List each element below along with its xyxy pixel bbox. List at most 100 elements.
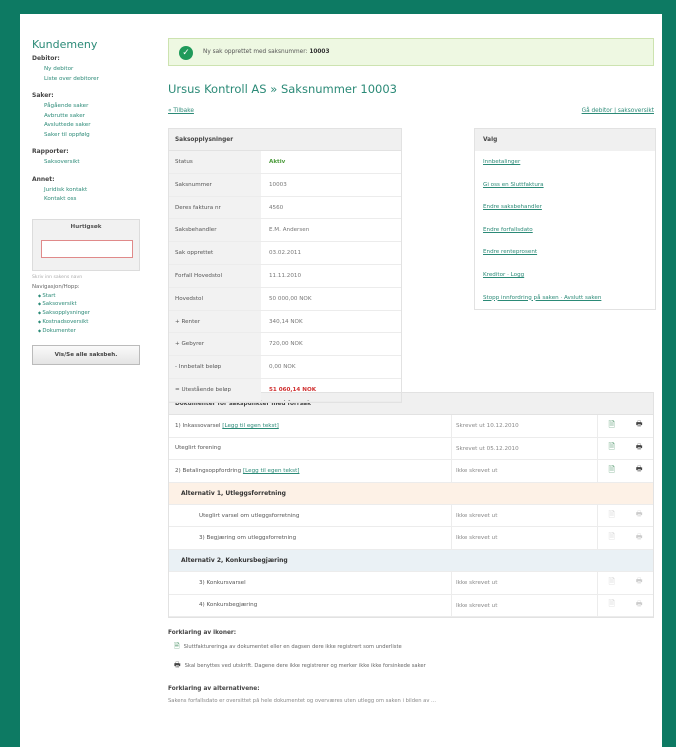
document-icon[interactable]: 🗎 (608, 576, 614, 590)
explanation-doc-text: Sluttfaktureringa av dokumentet eller en… (183, 644, 402, 651)
document-name-cell: 2) Betalingsoppfordring [Legg til egen t… (169, 468, 451, 474)
document-actions: 🗎 🖶 (597, 460, 653, 482)
document-status: Skrevet ut 10.12.2010 (451, 415, 597, 437)
info-row: Hovedstol 50 000,00 NOK (169, 287, 401, 311)
nav-link-saksopplysninger[interactable]: Saksopplysninger (32, 309, 164, 318)
nav-link-kostnad[interactable]: Kostnadsoversikt (32, 318, 164, 327)
right-border (662, 14, 676, 747)
sidebar-title: Kundemeny (32, 38, 98, 51)
info-label: Saksnummer (169, 173, 261, 196)
quick-search-hint: Skriv inn sakens navn (32, 274, 83, 280)
explanation-line-doc: 🗎 Sluttfaktureringa av dokumentet eller e… (168, 642, 658, 653)
nav-link-start[interactable]: Start (32, 292, 164, 301)
document-row: 4) Konkursbegjæring Ikke skrevet ut 🗎 🖶 (169, 594, 653, 618)
printer-icon[interactable]: 🖶 (636, 443, 643, 454)
sidebar-link-oppfolg[interactable]: Saker til oppfølg (32, 131, 164, 141)
page-title: Ursus Kontroll AS » Saksnummer 10003 (168, 82, 397, 96)
success-message: ✓ Ny sak opprettet med saksnummer: 10003 (168, 38, 654, 66)
icon-explanation: Forklaring av ikoner: 🗎 Sluttfaktureringa… (168, 630, 658, 703)
section-head-annet: Annet: (32, 175, 55, 183)
quick-search-title: Hurtigsøk (70, 223, 102, 230)
document-name-cell: Uteglirt forening (169, 445, 451, 451)
sidebar-link-juridisk[interactable]: Juridisk kontakt (32, 186, 164, 196)
printer-icon[interactable]: 🖶 (636, 465, 643, 476)
option-link[interactable]: Endre saksbehandler (475, 196, 655, 219)
quick-search-input[interactable] (41, 239, 133, 258)
document-icon[interactable]: 🗎 (608, 419, 614, 433)
back-link[interactable]: « Tilbake (168, 108, 194, 114)
add-text-link[interactable]: [Legg til egen tekst] (222, 423, 279, 429)
info-row: - Innbetalt beløp 0,00 NOK (169, 356, 401, 379)
document-row: Uteglirt varsel om utleggsforretning Ikke… (169, 504, 653, 528)
info-label: Sak opprettet (169, 242, 261, 264)
printer-icon[interactable]: 🖶 (636, 420, 643, 431)
printer-icon: 🖶 (174, 661, 181, 670)
document-name: 3) Begjæring om utleggsforretning (199, 535, 297, 542)
document-status: Skrevet ut 05.12.2010 (451, 437, 597, 460)
document-row: 3) Konkursvarsel Ikke skrevet ut 🗎 🖶 (169, 571, 653, 595)
show-all-button[interactable]: Vis/Se alle saksbeh. (32, 345, 140, 366)
document-actions: 🗎 🖶 (597, 437, 653, 460)
info-row: Saksbehandler E.M. Andersen (169, 219, 401, 243)
info-section: Saksopplysninger Status Aktiv Saksnummer 10… (168, 128, 658, 403)
document-icon[interactable]: 🗎 (608, 509, 614, 523)
nav-link-dokumenter[interactable]: Dokumenter (32, 327, 164, 336)
info-value: Aktiv (269, 159, 286, 165)
document-icon[interactable]: 🗎 (608, 441, 614, 455)
info-row: + Renter 340,14 NOK (169, 310, 401, 334)
printer-icon[interactable]: 🖶 (636, 510, 643, 521)
sidebar-link-avsluttede[interactable]: Avsluttede saker (32, 121, 164, 131)
option-link[interactable]: Endre renteprosent (475, 241, 655, 264)
document-icon[interactable]: 🗎 (608, 598, 614, 612)
info-value: 0,00 NOK (269, 364, 296, 371)
info-value: 51 060,14 NOK (269, 386, 317, 393)
case-info-head: Saksopplysninger (169, 129, 401, 151)
info-label: Saksbehandler (169, 219, 261, 242)
sidebar: Kundemeny Debitor: Ny debitor Liste over… (32, 38, 164, 366)
document-status: Ikke skrevet ut (451, 571, 597, 594)
sidebar-link-saksoversikt[interactable]: Saksoversikt (32, 158, 164, 168)
document-icon[interactable]: 🗎 (608, 464, 614, 478)
options-box: Valg Innbetalinger Gi oss en Sluttfaktura… (474, 128, 656, 310)
explanation-line-print: 🖶 Skal benyttes ved utskrift. Dagene dere… (168, 661, 658, 672)
document-name-cell: 1) Inkassovarsel [Legg til egen tekst] (169, 423, 451, 429)
option-link[interactable]: Kreditor · Logg (475, 264, 655, 287)
document-name: 3) Konkursvarsel (199, 579, 246, 586)
sidebar-link-pagaende[interactable]: Pågående saker (32, 102, 164, 112)
info-label: Forfall Hovedstol (169, 264, 261, 287)
document-row: 2) Betalingsoppfordring [Legg til egen t… (169, 460, 653, 483)
alternative-head: Alternativ 1, Utleggsforretning (169, 482, 653, 505)
info-value: 10003 (269, 181, 287, 188)
section-head-saker: Saker: (32, 92, 54, 99)
sidebar-link-debitor-list[interactable]: Liste over debitorer (32, 75, 164, 85)
section-head-rapporter: Rapporter: (32, 148, 69, 155)
info-label: Status (169, 151, 261, 173)
option-link[interactable]: Endre forfallsdato (475, 219, 655, 242)
document-name-cell: Uteglirt varsel om utleggsforretning (169, 513, 451, 519)
document-actions: 🗎 🖶 (597, 527, 653, 549)
sidebar-link-ny-debitor[interactable]: Ny debitor (32, 65, 164, 75)
alternative-head: Alternativ 2, Konkursbegjæring (169, 549, 653, 572)
printer-icon[interactable]: 🖶 (636, 533, 643, 544)
document-row: 3) Begjæring om utleggsforretning Ikke sk… (169, 527, 653, 550)
info-row: Saksnummer 10003 (169, 173, 401, 197)
nav-link-saksoversikt[interactable]: Saksoversikt (32, 300, 164, 309)
info-row: Deres faktura nr 4560 (169, 196, 401, 220)
printer-icon[interactable]: 🖶 (636, 577, 643, 588)
add-text-link[interactable]: [Legg til egen tekst] (243, 468, 300, 474)
check-icon: ✓ (179, 46, 193, 60)
option-link[interactable]: Innbetalinger (475, 151, 655, 174)
document-icon[interactable]: 🗎 (608, 531, 614, 545)
sidebar-link-avbrutte[interactable]: Avbrutte saker (32, 112, 164, 122)
info-label: Deres faktura nr (169, 196, 261, 219)
success-text: Ny sak opprettet med saksnummer: 10003 (203, 49, 329, 55)
document-actions: 🗎 🖶 (597, 504, 653, 527)
document-name: Uteglirt forening (175, 445, 221, 452)
debitor-overview-link[interactable]: Gå debitor | saksoversikt (582, 108, 654, 114)
sidebar-link-kontakt[interactable]: Kontakt oss (32, 195, 164, 205)
printer-icon[interactable]: 🖶 (636, 600, 643, 611)
option-link[interactable]: Stopp innfordring på saken · Avslutt sak… (475, 287, 655, 310)
option-link[interactable]: Gi oss en Sluttfaktura (475, 174, 655, 197)
info-label: = Utestående beløp (169, 378, 261, 401)
success-number: 10003 (309, 49, 330, 55)
